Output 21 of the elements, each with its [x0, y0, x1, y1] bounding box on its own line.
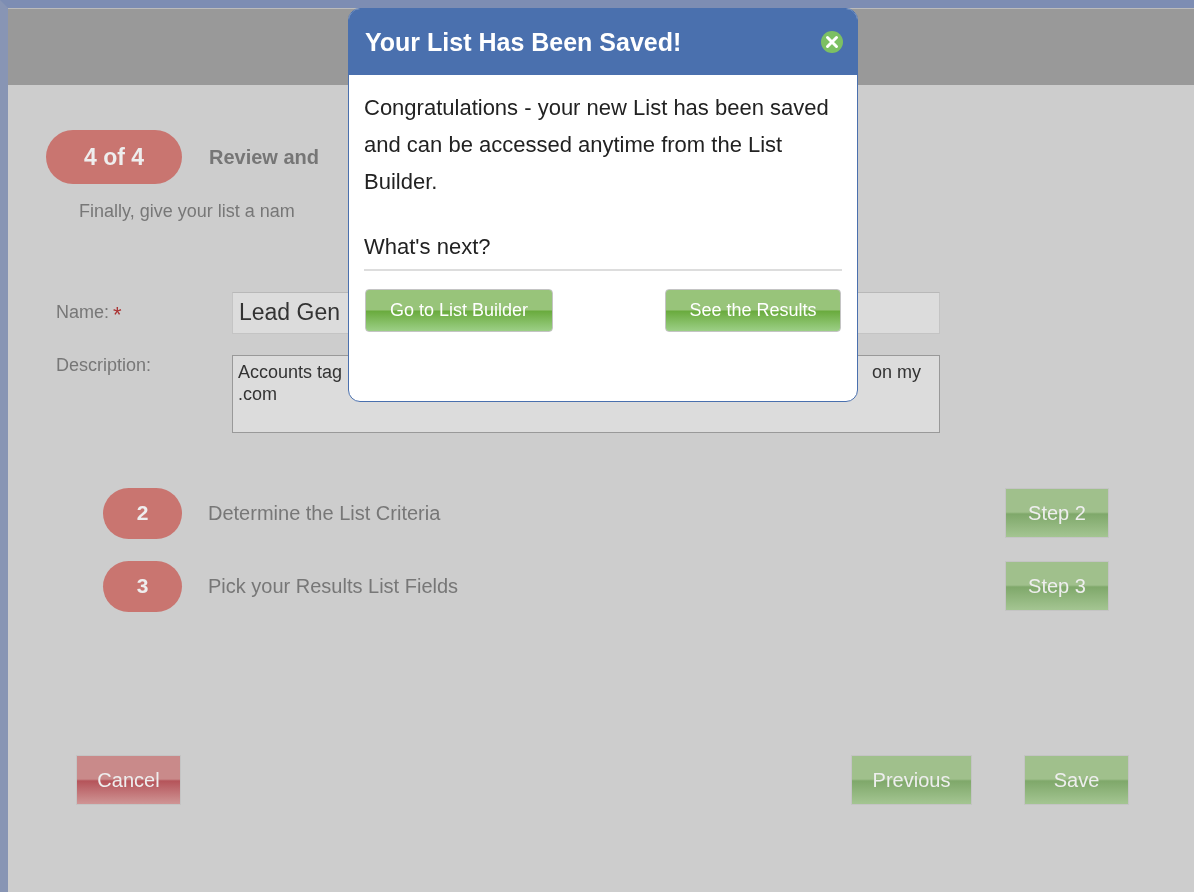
save-button[interactable]: Save	[1024, 755, 1129, 805]
go-to-list-builder-button[interactable]: Go to List Builder	[365, 289, 553, 332]
step-button[interactable]: Step 3	[1005, 561, 1109, 611]
field-label: Description:	[56, 355, 152, 375]
dialog-message: Congratulations - your new List has been saved and can be accessed anytime from the List Builder.	[364, 94, 830, 196]
step-label: Pick your Results List Fields	[208, 574, 460, 598]
step-label: Determine the List Criteria	[208, 501, 442, 525]
see-results-button[interactable]: See the Results	[665, 289, 841, 332]
dialog-message: What's next?	[364, 233, 492, 261]
previous-button[interactable]: Previous	[851, 755, 972, 805]
step-button[interactable]: Step 2	[1005, 488, 1109, 538]
step-number-badge: 3	[103, 560, 182, 612]
required-mark: *	[113, 302, 122, 327]
field-label: Name:	[56, 302, 109, 322]
step-number-badge: 2	[103, 487, 182, 539]
instructions-text: Finally, give your list a nam	[79, 201, 296, 222]
cancel-button[interactable]: Cancel	[76, 755, 181, 805]
step-title: Review and	[209, 145, 320, 169]
close-icon[interactable]	[820, 30, 844, 54]
dialog-title: Your List Has Been Saved!	[365, 27, 682, 57]
step-badge: 4 of 4	[46, 130, 182, 184]
